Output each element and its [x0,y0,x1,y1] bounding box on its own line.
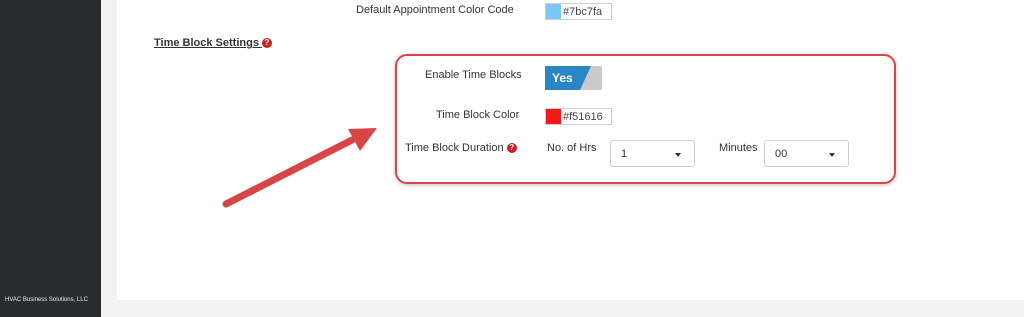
arrow-shaft [222,136,356,208]
annotation-arrow-icon [222,128,377,208]
